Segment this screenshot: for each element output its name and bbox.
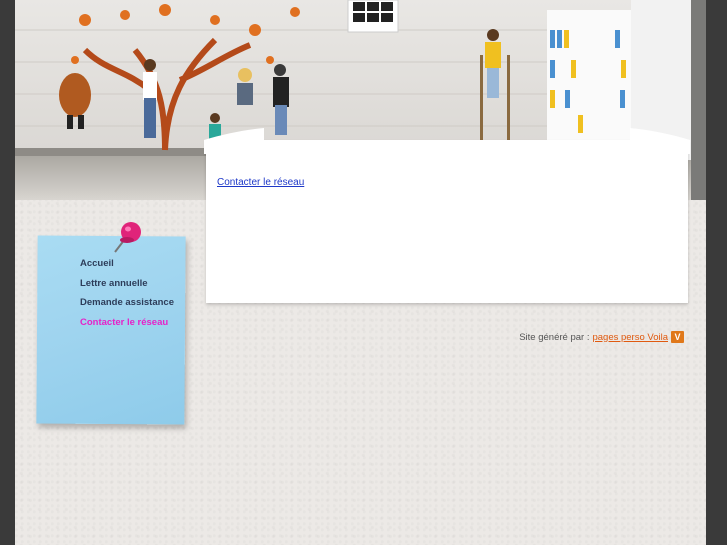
page: Contacter le réseau Accueil Lettre annue…	[15, 0, 706, 545]
sidebar-nav: Accueil Lettre annuelle Demande assistan…	[80, 258, 174, 336]
paper-curl-right	[630, 128, 690, 154]
pushpin-icon	[114, 222, 141, 253]
nav-item-accueil[interactable]: Accueil	[80, 258, 174, 278]
pages-perso-voila-link[interactable]: pages perso Voila	[592, 332, 668, 343]
content-panel: Contacter le réseau	[204, 128, 690, 303]
nav-item-lettre-annuelle[interactable]: Lettre annuelle	[80, 278, 174, 298]
nav-item-contacter-reseau[interactable]: Contacter le réseau	[80, 317, 174, 337]
footer-credit: Site généré par : pages perso Voila V	[519, 331, 684, 343]
voila-logo-icon[interactable]: V	[671, 331, 684, 343]
paper-curl-left	[204, 128, 264, 154]
generated-by-label: Site généré par :	[519, 331, 590, 343]
contact-network-link[interactable]: Contacter le réseau	[217, 177, 304, 188]
nav-item-demande-assistance[interactable]: Demande assistance	[80, 297, 174, 317]
